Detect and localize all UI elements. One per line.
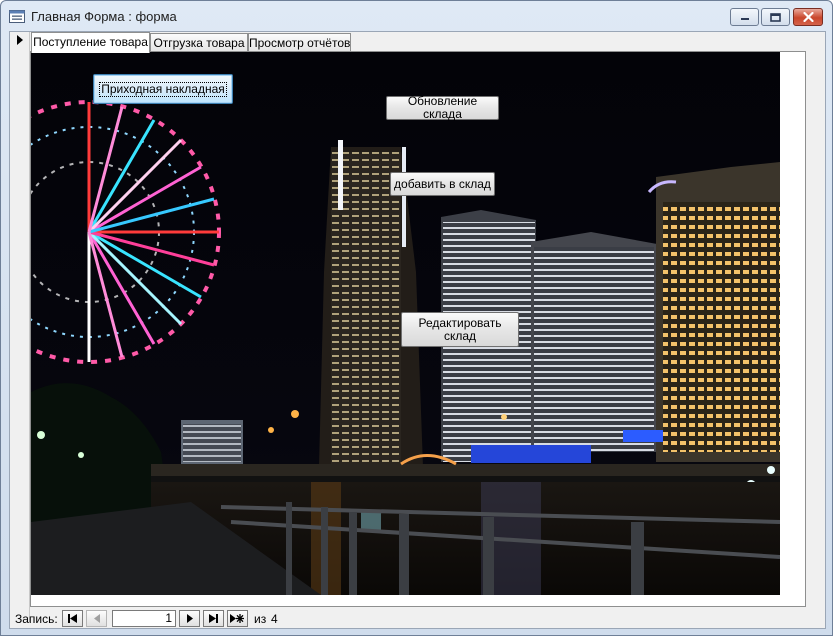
record-of-label: из (254, 612, 267, 626)
previous-record-button[interactable] (86, 610, 107, 627)
new-record-button[interactable] (227, 610, 248, 627)
edit-warehouse-label-line1: Редактировать (418, 315, 502, 330)
maximize-icon (770, 12, 781, 22)
last-record-icon (209, 614, 218, 623)
record-selector[interactable] (10, 32, 30, 622)
title-bar[interactable]: Главная Форма : форма (1, 1, 832, 31)
close-button[interactable] (793, 8, 823, 26)
current-record-arrow-icon (17, 35, 23, 45)
minimize-button[interactable] (730, 8, 759, 26)
next-record-icon (186, 614, 193, 623)
new-record-icon (230, 614, 244, 623)
record-navigation-bar: Запись: 1 из 4 (10, 610, 825, 628)
edit-warehouse-button[interactable]: Редактировать склад (401, 312, 519, 347)
previous-record-icon (93, 614, 100, 623)
last-record-button[interactable] (203, 610, 224, 627)
record-label: Запись: (15, 612, 58, 626)
incoming-invoice-button[interactable]: Приходная накладная (93, 74, 233, 104)
record-total: 4 (271, 612, 278, 626)
tab-panel-incoming-goods: Приходная накладная Обновление склада до… (30, 51, 806, 607)
tab-incoming-goods[interactable]: Поступление товара (31, 32, 150, 53)
app-window: Главная Форма : форма Поступление товара… (0, 0, 833, 636)
form-client-area: Поступление товара Отгрузка товара Просм… (9, 31, 826, 629)
current-record-field[interactable]: 1 (112, 610, 176, 627)
update-warehouse-button[interactable]: Обновление склада (386, 95, 499, 121)
form-icon (9, 10, 25, 23)
tab-shipping-goods[interactable]: Отгрузка товара (150, 33, 248, 53)
incoming-invoice-button-label: Приходная накладная (99, 81, 227, 97)
close-icon (802, 12, 814, 22)
maximize-button[interactable] (761, 8, 790, 26)
add-to-warehouse-button[interactable]: добавить в склад (390, 172, 495, 196)
first-record-button[interactable] (62, 610, 83, 627)
tab-view-reports[interactable]: Просмотр отчётов (248, 33, 351, 53)
first-record-icon (68, 614, 77, 623)
next-record-button[interactable] (179, 610, 200, 627)
edit-warehouse-label-line2: склад (443, 328, 477, 343)
minimize-icon (740, 18, 749, 20)
window-title: Главная Форма : форма (31, 9, 177, 24)
